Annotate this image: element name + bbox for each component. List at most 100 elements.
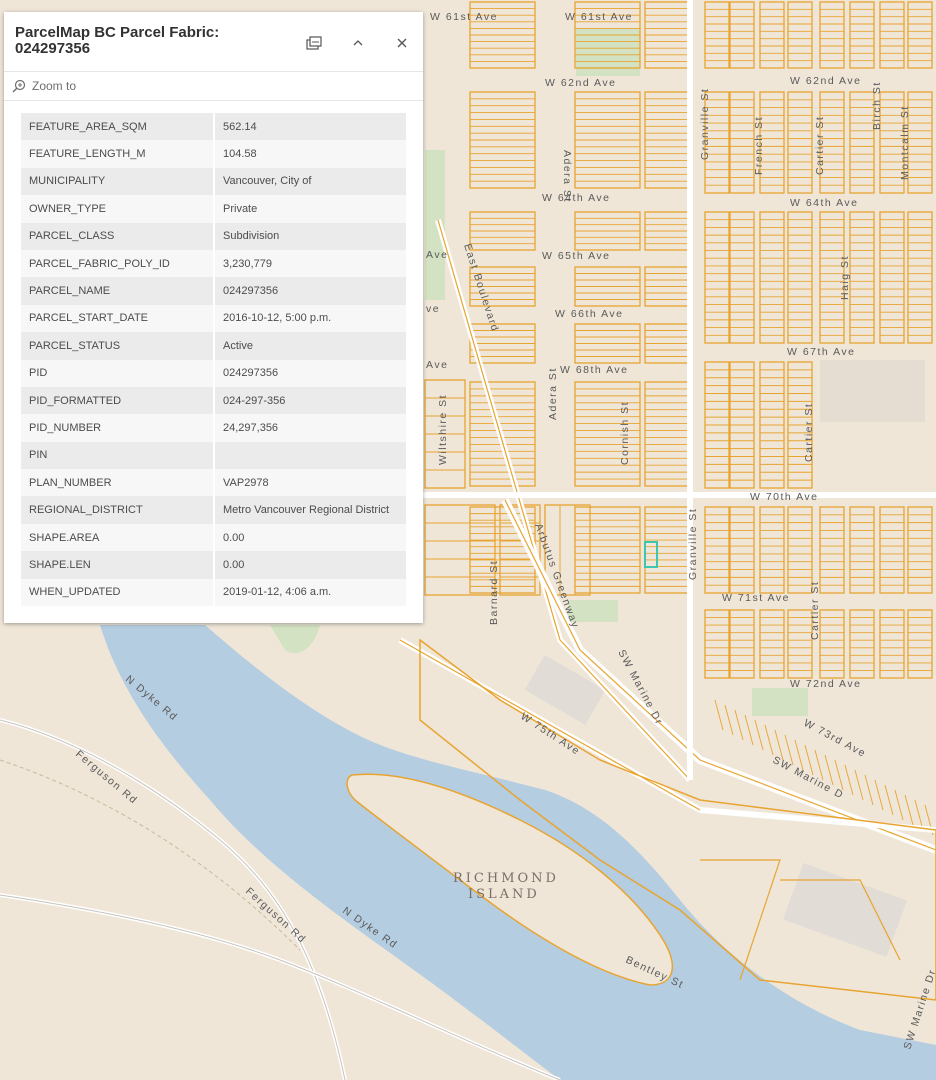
attribute-value: VAP2978 xyxy=(214,469,406,497)
street-label: Haig St xyxy=(839,255,851,300)
street-label: Adera St xyxy=(547,367,559,420)
attribute-value: 024297356 xyxy=(214,277,406,305)
attribute-row: PIN xyxy=(21,441,406,470)
attribute-field: FEATURE_LENGTH_M xyxy=(21,140,215,168)
attribute-value: 3,230,779 xyxy=(214,249,406,278)
street-label: Granville St xyxy=(699,88,711,160)
attribute-field: FEATURE_AREA_SQM xyxy=(21,113,215,141)
attribute-value: Private xyxy=(214,195,406,223)
street-label: ve xyxy=(426,303,440,315)
street-label: French St xyxy=(753,116,765,175)
attribute-field: PARCEL_CLASS xyxy=(21,222,215,250)
dock-icon xyxy=(306,36,322,50)
attribute-value: Metro Vancouver Regional District xyxy=(214,496,406,524)
street-label: W 64th Ave xyxy=(790,197,859,209)
close-icon xyxy=(397,38,407,48)
attribute-field: PIN xyxy=(21,441,215,470)
street-label: Cartier St xyxy=(809,581,821,640)
dock-button[interactable] xyxy=(302,32,326,54)
street-label: Adera St xyxy=(561,150,573,203)
attribute-value: 0.00 xyxy=(214,551,406,579)
street-label: W 61st Ave xyxy=(565,11,633,23)
attribute-row: PARCEL_NAME 024297356 xyxy=(21,277,406,305)
popup-title-line1: ParcelMap BC Parcel Fabric: xyxy=(15,24,220,41)
attribute-value: 2016-10-12, 5:00 p.m. xyxy=(214,304,406,333)
street-label: W 67th Ave xyxy=(787,346,856,358)
zoom-to-label: Zoom to xyxy=(32,79,77,93)
attribute-row: REGIONAL_DISTRICT Metro Vancouver Regiona… xyxy=(21,496,406,524)
building xyxy=(820,360,925,422)
street-label: W 66th Ave xyxy=(555,308,624,320)
attribute-value: 24,297,356 xyxy=(214,414,406,442)
attribute-field: PARCEL_NAME xyxy=(21,277,215,305)
attribute-row: MUNICIPALITY Vancouver, City of xyxy=(21,167,406,196)
zoom-in-icon xyxy=(12,79,26,93)
attribute-value: 562.14 xyxy=(214,113,406,141)
street-label: W 62nd Ave xyxy=(790,75,861,87)
attribute-field: PID xyxy=(21,359,215,387)
attribute-field: PARCEL_STATUS xyxy=(21,332,215,360)
attribute-field: OWNER_TYPE xyxy=(21,195,215,223)
chevron-up-icon xyxy=(353,40,363,46)
popup-title-line2: 024297356 xyxy=(15,40,91,57)
attribute-value: Active xyxy=(214,332,406,360)
popup-header: ParcelMap BC Parcel Fabric: 024297356 xyxy=(4,12,423,72)
attribute-row: PARCEL_STATUS Active xyxy=(21,332,406,360)
attribute-row: FEATURE_AREA_SQM 562.14 xyxy=(21,113,406,141)
park xyxy=(752,688,808,716)
attribute-value: 024297356 xyxy=(214,359,406,387)
zoom-to-action[interactable]: Zoom to xyxy=(4,72,423,101)
attribute-row: PARCEL_START_DATE 2016-10-12, 5:00 p.m. xyxy=(21,304,406,333)
street-label: W 64th Ave xyxy=(542,192,611,204)
attribute-row: SHAPE.AREA 0.00 xyxy=(21,523,406,552)
attribute-row: FEATURE_LENGTH_M 104.58 xyxy=(21,140,406,168)
popup-title: ParcelMap BC Parcel Fabric: 024297356 xyxy=(15,25,295,57)
street-label: Ave xyxy=(426,249,448,261)
attribute-value: Subdivision xyxy=(214,222,406,250)
street-label: Ave xyxy=(426,359,448,371)
attribute-row: OWNER_TYPE Private xyxy=(21,195,406,223)
street-label: W 71st Ave xyxy=(722,592,790,604)
attribute-field: SHAPE.AREA xyxy=(21,523,215,552)
attribute-value xyxy=(214,441,406,470)
attribute-row: PARCEL_CLASS Subdivision xyxy=(21,222,406,250)
attribute-field: PLAN_NUMBER xyxy=(21,469,215,497)
close-button[interactable] xyxy=(390,32,414,54)
attribute-field: SHAPE.LEN xyxy=(21,551,215,579)
attribute-field: PARCEL_START_DATE xyxy=(21,304,215,333)
attribute-field: WHEN_UPDATED xyxy=(21,578,215,607)
attribute-field: MUNICIPALITY xyxy=(21,167,215,196)
attribute-value: 2019-01-12, 4:06 a.m. xyxy=(214,578,406,607)
attribute-value: Vancouver, City of xyxy=(214,167,406,196)
street-label: Cornish St xyxy=(619,401,631,465)
attribute-table: FEATURE_AREA_SQM 562.14 FEATURE_LENGTH_M 10… xyxy=(21,113,406,607)
collapse-button[interactable] xyxy=(346,32,370,54)
attribute-value: 104.58 xyxy=(214,140,406,168)
attribute-row: WHEN_UPDATED 2019-01-12, 4:06 a.m. xyxy=(21,578,406,607)
attribute-value: 024-297-356 xyxy=(214,386,406,415)
attribute-row: PID_NUMBER 24,297,356 xyxy=(21,414,406,442)
street-label: W 70th Ave xyxy=(750,491,819,503)
street-label: Wiltshire St xyxy=(437,394,449,465)
attribute-row: PID_FORMATTED 024-297-356 xyxy=(21,386,406,415)
attribute-row: PLAN_NUMBER VAP2978 xyxy=(21,469,406,497)
attribute-row: PARCEL_FABRIC_POLY_ID 3,230,779 xyxy=(21,249,406,278)
street-label: Cartier St xyxy=(814,116,826,175)
street-label: Cartier St xyxy=(803,403,815,462)
street-label: W 68th Ave xyxy=(560,364,629,376)
street-label: W 65th Ave xyxy=(542,250,611,262)
attribute-field: REGIONAL_DISTRICT xyxy=(21,496,215,524)
attribute-value: 0.00 xyxy=(214,523,406,552)
island-label: ISLAND xyxy=(468,887,540,902)
street-label: W 72nd Ave xyxy=(790,678,861,690)
street-label: Granville St xyxy=(687,508,699,580)
attribute-field: PID_NUMBER xyxy=(21,414,215,442)
street-label: Birch St xyxy=(871,81,883,130)
street-label: W 62nd Ave xyxy=(545,77,616,89)
attribute-row: PID 024297356 xyxy=(21,359,406,387)
attribute-field: PID_FORMATTED xyxy=(21,386,215,415)
feature-popup: ParcelMap BC Parcel Fabric: 024297356 Zo… xyxy=(4,12,423,623)
island-label: RICHMOND xyxy=(453,871,559,886)
street-label: Barnard St xyxy=(488,560,500,625)
street-label: Montcalm St xyxy=(899,105,911,180)
